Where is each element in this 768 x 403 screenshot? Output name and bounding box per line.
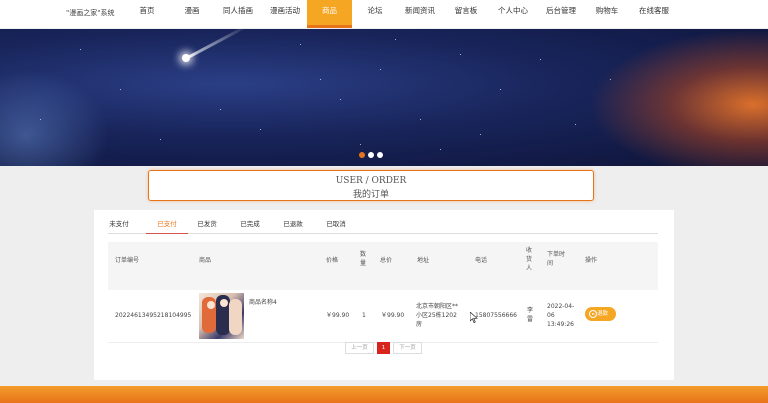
comet-icon [182,54,190,62]
total-price: ￥99.90 [381,312,405,319]
orders-panel: 未支付 已支付 已发货 已完成 已退款 已取消 订单编号 商品 价格 数量 总价… [94,210,674,380]
receiver-name: 李雷 [527,307,534,323]
banner-glow-right [588,29,768,166]
top-nav: "漫画之家"系统 首页 漫画 同人插画 漫画活动 商品 论坛 新闻资讯 留言板 … [0,0,768,28]
order-number: 20224613495218104995 [115,312,192,319]
play-circle-icon [589,310,597,318]
header-receiver: 收货人 [526,247,533,272]
tab-cancelled[interactable]: 已取消 [325,218,347,234]
tab-paid[interactable]: 已支付 [146,218,188,234]
section-title-box: USER / ORDER 我的订单 [148,170,594,201]
nav-home[interactable]: 首页 [132,0,162,28]
footer-bar [0,386,768,403]
phone-number: 15807556666 [475,312,517,319]
page-number-button[interactable]: 1 [377,342,390,354]
nav-manga-events[interactable]: 漫画活动 [265,0,305,28]
shipping-address: 北京市朝阳区**小区25栋1202房 [416,303,459,328]
header-product: 商品 [199,257,212,264]
nav-user-center[interactable]: 个人中心 [493,0,533,28]
mouse-cursor-icon [470,312,478,323]
header-order-time: 下单时间 [547,251,566,267]
carousel-dot[interactable] [359,152,365,158]
section-title-en: USER / ORDER [335,176,407,186]
table-row: 20224613495218104995 商品名称4 ￥99.90 1 ￥99.… [108,290,658,343]
nav-online-service[interactable]: 在线客服 [634,0,674,28]
table-header: 订单编号 商品 价格 数量 总价 地址 电话 收货人 下单时间 操作 [108,242,658,290]
nav-admin[interactable]: 后台管理 [541,0,581,28]
order-status-tabs: 未支付 已支付 已发货 已完成 已退款 已取消 [108,218,658,234]
banner-carousel [0,29,768,166]
nav-products[interactable]: 商品 [307,0,352,28]
quantity: 1 [362,312,366,319]
site-brand: "漫画之家"系统 [66,9,115,17]
carousel-dot[interactable] [368,152,374,158]
comet-trail [185,29,249,60]
nav-forum[interactable]: 论坛 [360,0,390,28]
tab-unpaid[interactable]: 未支付 [108,218,130,234]
carousel-dot[interactable] [377,152,383,158]
carousel-indicators [359,152,383,158]
refund-button[interactable]: 退款 [585,307,616,321]
tab-refunded[interactable]: 已退款 [282,218,304,234]
unit-price: ￥99.90 [326,312,350,319]
header-address: 地址 [417,257,430,264]
header-action: 操作 [585,257,598,264]
header-phone: 电话 [475,257,488,264]
nav-manga[interactable]: 漫画 [177,0,207,28]
nav-fan-illustration[interactable]: 同人插画 [218,0,258,28]
product-name[interactable]: 商品名称4 [249,298,277,307]
nav-cart[interactable]: 购物车 [589,0,625,28]
nav-news[interactable]: 新闻资讯 [400,0,440,28]
order-time: 2022-04-06 13:49:26 [547,303,575,328]
tab-shipped[interactable]: 已发货 [196,218,218,234]
section-title-cn: 我的订单 [352,190,389,200]
header-order-no: 订单编号 [115,257,140,264]
prev-page-button[interactable]: 上一页 [345,342,374,354]
nav-message-board[interactable]: 留言板 [448,0,484,28]
next-page-button[interactable]: 下一页 [393,342,422,354]
refund-button-label: 退款 [597,311,609,317]
banner-glow-left [0,69,110,166]
header-qty: 数量 [360,251,367,267]
header-total: 总价 [380,257,393,264]
tab-completed[interactable]: 已完成 [239,218,261,234]
product-thumbnail[interactable] [199,293,244,339]
header-price: 价格 [326,257,339,264]
